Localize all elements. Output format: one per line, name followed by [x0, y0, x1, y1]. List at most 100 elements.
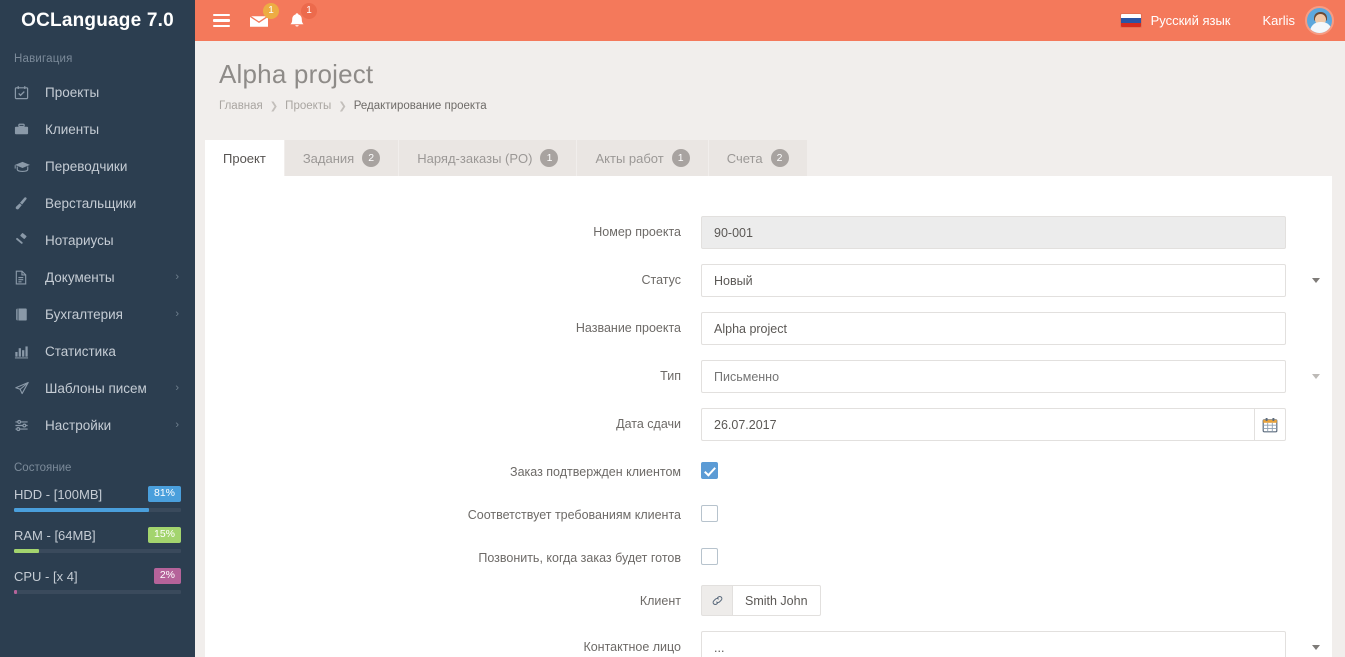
- breadcrumb-item-projects[interactable]: Проекты: [285, 100, 331, 112]
- meter-hdd: HDD - [100MB] 81%: [14, 486, 181, 512]
- sidebar-item-translators[interactable]: Переводчики: [0, 148, 195, 185]
- tab-bar: Проект Задания 2 Наряд-заказы (PO) 1 Акт…: [205, 140, 1345, 176]
- language-label[interactable]: Русский язык: [1151, 13, 1231, 28]
- tab-label: Проект: [223, 150, 266, 166]
- calendar-picker-button[interactable]: [1253, 408, 1286, 441]
- tab-purchase-orders[interactable]: Наряд-заказы (PO) 1: [399, 140, 578, 176]
- label-order-confirmed: Заказ подтвержден клиентом: [510, 465, 681, 479]
- chevron-down-icon[interactable]: [1312, 278, 1320, 283]
- chevron-right-icon: ›: [175, 271, 179, 283]
- type-select[interactable]: [701, 360, 1286, 393]
- tab-project[interactable]: Проект: [205, 140, 285, 176]
- sidebar-item-label: Переводчики: [45, 159, 128, 174]
- sidebar-nav-heading: Навигация: [14, 53, 73, 65]
- bar-chart-icon: [14, 343, 36, 361]
- brand-logo[interactable]: OCLanguage 7.0: [0, 0, 195, 41]
- due-date-input[interactable]: [701, 408, 1254, 441]
- contact-person-select[interactable]: [701, 631, 1286, 657]
- meter-track: [14, 508, 181, 512]
- sidebar-item-label: Шаблоны писем: [45, 381, 147, 396]
- meets-requirements-checkbox[interactable]: [701, 505, 718, 522]
- control-order-confirmed: [701, 456, 1332, 484]
- chevron-down-icon[interactable]: [1312, 645, 1320, 650]
- sidebar-toggle-button[interactable]: [209, 6, 233, 36]
- sidebar-item-accounting[interactable]: Бухгалтерия ›: [0, 296, 195, 333]
- control-client: Smith John: [701, 585, 1332, 616]
- tab-label: Акты работ: [595, 150, 664, 166]
- breadcrumb-item-home[interactable]: Главная: [219, 100, 263, 112]
- calendar-icon: [1262, 417, 1278, 432]
- label-type: Тип: [660, 369, 681, 383]
- status-select[interactable]: [701, 264, 1286, 297]
- project-number-input[interactable]: [701, 216, 1286, 249]
- user-name-label[interactable]: Karlis: [1262, 13, 1295, 28]
- call-when-ready-checkbox[interactable]: [701, 548, 718, 565]
- label-contact-person: Контактное лицо: [583, 640, 681, 654]
- order-confirmed-checkbox[interactable]: [701, 462, 718, 479]
- breadcrumb: Главная ❯ Проекты ❯ Редактирование проек…: [219, 100, 1345, 112]
- sidebar-item-layout-designers[interactable]: Верстальщики: [0, 185, 195, 222]
- sidebar-item-statistics[interactable]: Статистика: [0, 333, 195, 370]
- meter-fill: [14, 590, 18, 594]
- breadcrumb-item-current: Редактирование проекта: [353, 100, 487, 112]
- control-due-date: [701, 408, 1332, 441]
- meter-cpu: CPU - [x 4] 2%: [14, 568, 181, 594]
- meter-fill: [14, 549, 40, 553]
- avatar-body: [1309, 22, 1332, 33]
- graduation-cap-icon: [14, 158, 36, 176]
- sidebar-item-settings[interactable]: Настройки ›: [0, 407, 195, 444]
- tab-label: Счета: [726, 150, 763, 166]
- notifications-button[interactable]: 1: [285, 2, 317, 36]
- chevron-right-icon: ›: [175, 308, 179, 320]
- chevron-right-icon: ›: [175, 382, 179, 394]
- field-row-status: Статус: [205, 264, 1332, 297]
- sidebar-item-mail-templates[interactable]: Шаблоны писем ›: [0, 370, 195, 407]
- meter-ram: RAM - [64MB] 15%: [14, 527, 181, 553]
- meter-label: RAM - [64MB]: [14, 527, 96, 543]
- page-title: Alpha project: [219, 59, 374, 89]
- paper-plane-icon: [14, 380, 36, 398]
- meter-badge: 15%: [147, 527, 181, 543]
- control-project-number: [701, 216, 1332, 249]
- sidebar-filler: [0, 615, 195, 657]
- chevron-right-icon: ›: [175, 419, 179, 431]
- field-row-order-confirmed: Заказ подтвержден клиентом: [205, 456, 1332, 484]
- sidebar-item-notaries[interactable]: Нотариусы: [0, 222, 195, 259]
- link-icon: [712, 596, 722, 605]
- sidebar-item-clients[interactable]: Клиенты: [0, 111, 195, 148]
- control-type: [701, 360, 1332, 393]
- sidebar-item-projects[interactable]: Проекты: [0, 74, 195, 111]
- client-value[interactable]: Smith John: [733, 585, 821, 616]
- chevron-down-icon[interactable]: [1312, 374, 1320, 379]
- label-client: Клиент: [639, 594, 681, 608]
- meter-track: [14, 590, 181, 594]
- tab-invoices[interactable]: Счета 2: [708, 140, 808, 176]
- client-link-button[interactable]: [701, 585, 733, 616]
- briefcase-icon: [14, 121, 36, 139]
- field-row-meets-requirements: Соответствует требованиям клиента: [205, 499, 1332, 527]
- label-status: Статус: [641, 273, 681, 287]
- sliders-icon: [14, 417, 36, 435]
- meter-badge: 81%: [147, 486, 181, 502]
- tab-badge: 2: [362, 149, 381, 167]
- sidebar: OCLanguage 7.0 Навигация Проекты Клиенты…: [0, 0, 195, 657]
- sidebar-item-label: Проекты: [45, 85, 100, 100]
- sidebar-item-label: Бухгалтерия: [45, 307, 123, 322]
- tab-panel-project: Номер проекта Статус Название проекта: [205, 176, 1332, 657]
- tab-work-acts[interactable]: Акты работ 1: [577, 140, 709, 176]
- tab-badge: 1: [540, 149, 559, 167]
- sidebar-item-documents[interactable]: Документы ›: [0, 259, 195, 296]
- field-row-due-date: Дата сдачи: [205, 408, 1332, 441]
- avatar[interactable]: [1305, 6, 1334, 35]
- tab-badge: 2: [770, 149, 789, 167]
- tab-tasks[interactable]: Задания 2: [284, 140, 400, 176]
- messages-button[interactable]: 1: [247, 2, 279, 36]
- meter-track: [14, 549, 181, 553]
- sidebar-item-label: Статистика: [45, 344, 116, 359]
- sidebar-nav-list: Проекты Клиенты Переводчики Верстальщики…: [0, 74, 195, 444]
- sidebar-item-label: Нотариусы: [45, 233, 114, 248]
- sidebar-item-label: Настройки: [45, 418, 112, 433]
- gavel-icon: [14, 232, 36, 250]
- russia-flag-icon: [1120, 14, 1141, 27]
- project-name-input[interactable]: [701, 312, 1286, 345]
